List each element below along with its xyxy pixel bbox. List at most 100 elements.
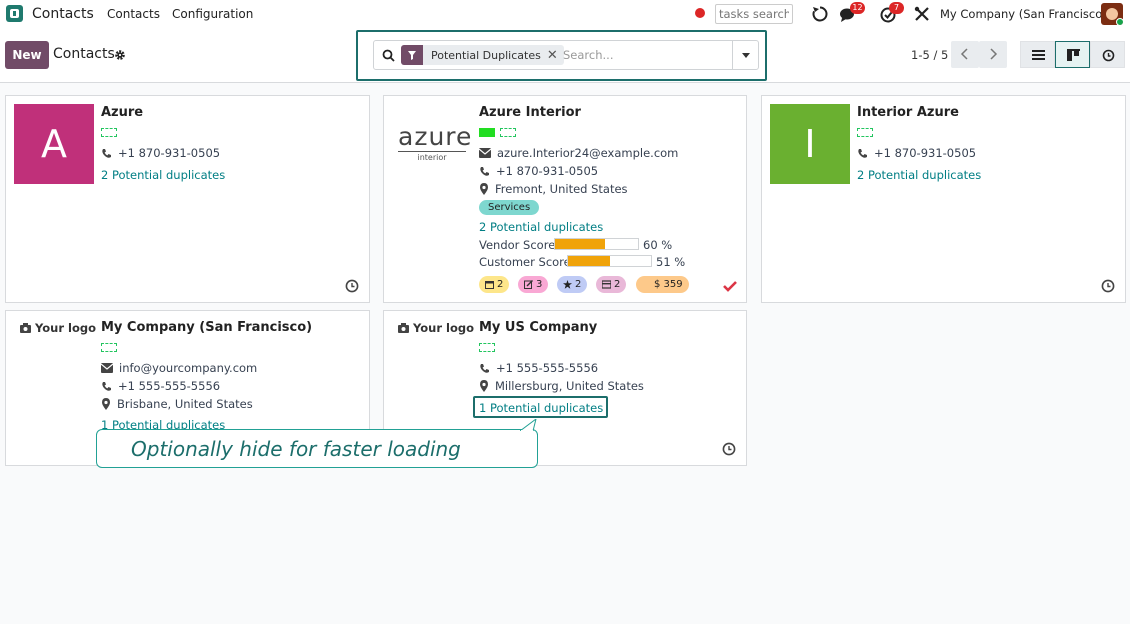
company-logo: Your logo <box>398 321 474 335</box>
pager-value[interactable]: 1-5 / 5 <box>911 48 948 62</box>
map-marker-icon <box>102 398 110 410</box>
duplicates-link[interactable]: 2 Potential duplicates <box>101 168 225 182</box>
page-title: Contacts <box>53 46 115 62</box>
email-text: azure.Interior24@example.com <box>497 146 679 160</box>
tooltip-callout: Optionally hide for faster loading <box>96 419 538 468</box>
search-bar[interactable]: Potential Duplicates ✕ Search... <box>373 40 759 70</box>
location-row: Brisbane, United States <box>101 397 253 411</box>
star-icon <box>563 280 572 289</box>
duplicates-link[interactable]: 2 Potential duplicates <box>857 168 981 182</box>
activity-clock-icon[interactable] <box>345 279 359 293</box>
email-row: azure.Interior24@example.com <box>479 146 678 160</box>
location-row: Millersburg, United States <box>479 379 644 393</box>
chevron-right-icon <box>990 48 998 60</box>
contact-name: Azure <box>101 105 144 120</box>
location-text: Brisbane, United States <box>117 397 253 411</box>
pager-previous-button[interactable] <box>951 41 979 68</box>
contact-card-interior-azure[interactable]: I Interior Azure +1 870-931-0505 2 Poten… <box>761 95 1126 303</box>
phone-row: +1 870-931-0505 <box>479 164 598 178</box>
phone-icon <box>102 148 111 158</box>
phone-icon <box>102 381 111 391</box>
vendor-score-bar <box>554 238 639 250</box>
company-switcher[interactable]: My Company (San Francisco) <box>940 7 1107 21</box>
duplicates-highlight-frame <box>473 396 608 418</box>
contact-card-azure-interior[interactable]: azure interior Azure Interior azure.Inte… <box>383 95 747 303</box>
phone-icon <box>858 148 867 158</box>
stat-notes[interactable]: 3 <box>518 276 549 293</box>
kanban-icon <box>1067 49 1080 61</box>
messages-badge: 12 <box>850 2 865 14</box>
phone-icon <box>480 363 489 373</box>
new-button[interactable]: New <box>5 41 49 69</box>
tasks-search-input[interactable] <box>715 4 793 24</box>
phone-row: +1 555-555-5556 <box>479 361 598 375</box>
color-tag <box>500 128 516 137</box>
app-brand[interactable]: Contacts <box>32 6 94 22</box>
search-input[interactable]: Search... <box>563 48 613 62</box>
user-avatar[interactable] <box>1101 3 1123 25</box>
edit-icon <box>524 280 533 289</box>
customer-score-bar <box>567 255 652 267</box>
stat-favorites[interactable]: 2 <box>557 276 588 293</box>
duplicates-link[interactable]: 2 Potential duplicates <box>479 220 603 234</box>
phone-row: +1 870-931-0505 <box>857 146 976 160</box>
contacts-app-icon[interactable] <box>6 5 23 22</box>
phone-text: +1 555-555-5556 <box>118 379 221 393</box>
activity-clock-icon[interactable] <box>1101 279 1115 293</box>
menu-contacts[interactable]: Contacts <box>107 7 160 21</box>
callout-text: Optionally hide for faster loading <box>131 437 461 461</box>
contact-name: My Company (San Francisco) <box>101 320 313 335</box>
contact-name: Interior Azure <box>857 105 959 120</box>
filter-icon <box>401 45 423 65</box>
avatar: I <box>770 104 850 184</box>
check-icon <box>723 281 737 292</box>
contact-card-azure[interactable]: A Azure +1 870-931-0505 2 Potential dupl… <box>5 95 370 303</box>
facet-label: Potential Duplicates <box>431 48 541 62</box>
envelope-icon <box>101 363 113 373</box>
chevron-left-icon <box>960 48 968 60</box>
vendor-score-value: 60 % <box>643 238 673 252</box>
contact-name: Azure Interior <box>479 105 581 120</box>
stat-meetings[interactable]: 2 <box>479 276 510 293</box>
list-icon <box>1032 50 1045 60</box>
gear-icon[interactable] <box>114 49 126 61</box>
kanban-view-button[interactable] <box>1055 41 1090 68</box>
vendor-score-fill <box>555 239 605 249</box>
phone-icon <box>480 166 489 176</box>
envelope-icon <box>479 148 491 158</box>
search-options-toggle[interactable] <box>732 41 758 69</box>
phone-text: +1 870-931-0505 <box>874 146 977 160</box>
customer-score-fill <box>568 256 611 266</box>
activity-view-button[interactable] <box>1090 41 1125 68</box>
control-panel: New Contacts Potential Duplicates ✕ Sear… <box>0 29 1130 83</box>
refresh-icon[interactable] <box>811 5 829 23</box>
facet-remove-icon[interactable]: ✕ <box>547 48 564 63</box>
search-facet[interactable]: Potential Duplicates ✕ <box>401 45 564 65</box>
stat-invoices[interactable]: 2 <box>596 276 627 293</box>
email-text: info@yourcompany.com <box>119 361 258 375</box>
callout-pointer <box>520 419 537 431</box>
contact-name: My US Company <box>479 320 598 335</box>
phone-text: +1 870-931-0505 <box>496 164 599 178</box>
map-marker-icon <box>480 380 488 392</box>
color-tag <box>101 343 117 352</box>
company-logo: azure interior <box>398 122 473 162</box>
customer-score-label: Customer Score <box>479 255 571 269</box>
stat-sales[interactable]: $ 359 <box>636 276 689 293</box>
vendor-score-label: Vendor Score <box>479 238 556 252</box>
color-tag <box>857 128 873 137</box>
pager-next-button[interactable] <box>979 41 1007 68</box>
card-icon <box>602 280 611 289</box>
company-logo: Your logo <box>20 321 96 335</box>
activity-clock-icon[interactable] <box>722 442 736 456</box>
search-icon <box>382 49 395 62</box>
location-row: Fremont, United States <box>479 182 628 196</box>
tools-icon[interactable] <box>913 5 931 23</box>
category-tag: Services <box>479 200 540 215</box>
list-view-button[interactable] <box>1020 41 1055 68</box>
phone-text: +1 870-931-0505 <box>118 146 221 160</box>
email-row: info@yourcompany.com <box>101 361 257 375</box>
record-indicator[interactable] <box>695 8 705 18</box>
color-tag-green <box>479 128 495 137</box>
menu-configuration[interactable]: Configuration <box>172 7 253 21</box>
